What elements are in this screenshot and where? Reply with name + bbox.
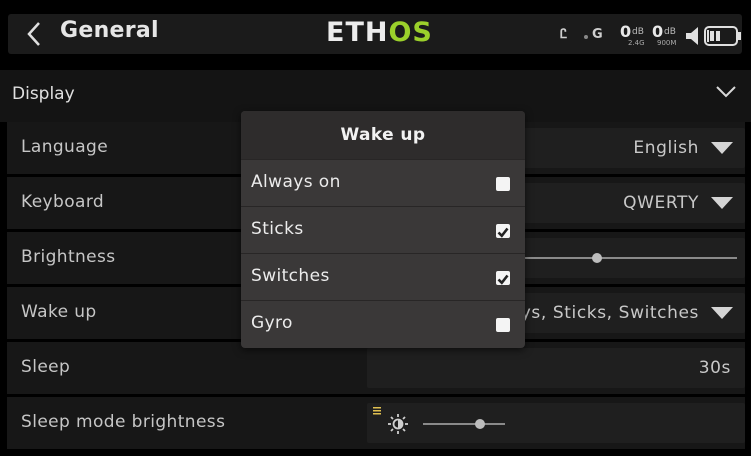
rssi-24-band: 2.4G: [628, 39, 645, 47]
page-title: General: [60, 18, 159, 43]
setting-label: Sleep mode brightness: [21, 412, 226, 432]
slider-track: [423, 423, 505, 425]
slider-knob[interactable]: [592, 253, 602, 263]
header-bar: General ETHOS Ꮭ G 0 dB 2.4G 0 dB 900M: [0, 0, 751, 68]
option-label: Sticks: [251, 219, 304, 239]
check-icon: [497, 274, 509, 285]
dropdown-arrow-icon: [711, 197, 733, 209]
chevron-left-icon: [27, 22, 40, 46]
separator-dot: [584, 35, 588, 39]
setting-label: Keyboard: [21, 192, 105, 212]
sleep-brightness-slider[interactable]: [367, 403, 745, 443]
checkbox-unchecked[interactable]: [496, 177, 510, 191]
menu-icon: [373, 407, 381, 415]
sleep-value: 30s: [698, 358, 731, 378]
check-icon: [497, 227, 509, 238]
checkbox-checked[interactable]: [496, 271, 510, 285]
battery-icon: [704, 26, 741, 46]
rssi-900-band: 900M: [657, 39, 677, 47]
rssi-900-unit: dB: [664, 27, 676, 37]
setting-label: Brightness: [21, 247, 116, 267]
keyboard-value: QWERTY: [623, 193, 699, 213]
speaker-icon: [686, 27, 698, 45]
wake-up-dialog: Wake up Always on Sticks Switches Gyro: [241, 111, 525, 348]
dropdown-arrow-icon: [711, 142, 733, 154]
wake-up-value: ys, Sticks, Switches: [520, 303, 699, 323]
setting-label: Language: [21, 137, 109, 157]
setting-row-sleep-brightness: Sleep mode brightness: [7, 397, 745, 449]
timer-icon: Ꮭ: [560, 27, 568, 42]
checkbox-unchecked[interactable]: [496, 318, 510, 332]
dropdown-arrow-icon: [711, 307, 733, 319]
option-label: Switches: [251, 266, 330, 286]
slider-knob[interactable]: [475, 419, 485, 429]
option-always-on[interactable]: Always on: [241, 159, 525, 206]
setting-label: Wake up: [21, 302, 97, 322]
back-button[interactable]: [14, 16, 54, 52]
ethos-logo: ETHOS: [326, 17, 433, 48]
sun-icon: [388, 414, 408, 434]
chevron-down-icon: [716, 86, 736, 98]
checkbox-checked[interactable]: [496, 224, 510, 238]
gps-icon: G: [592, 27, 603, 42]
option-switches[interactable]: Switches: [241, 253, 525, 300]
language-value: English: [633, 138, 699, 158]
rssi-24-unit: dB: [632, 27, 644, 37]
dialog-title: Wake up: [241, 111, 525, 159]
option-label: Gyro: [251, 313, 293, 333]
option-sticks[interactable]: Sticks: [241, 206, 525, 253]
section-label: Display: [12, 84, 75, 104]
setting-row-sleep: Sleep 30s: [7, 342, 745, 394]
option-gyro[interactable]: Gyro: [241, 300, 525, 347]
setting-label: Sleep: [21, 357, 71, 377]
option-label: Always on: [251, 172, 341, 192]
sleep-field[interactable]: 30s: [367, 348, 745, 388]
